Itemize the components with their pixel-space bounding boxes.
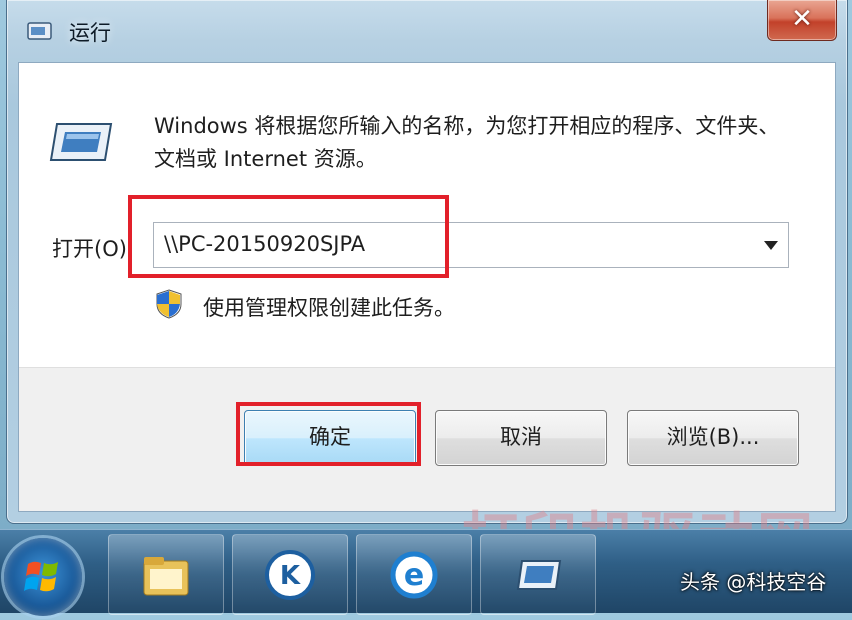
taskbar-k-app[interactable]: K [232, 534, 348, 615]
button-bar: 确定 取消 浏览(B)... [19, 367, 835, 511]
browse-button[interactable]: 浏览(B)... [627, 410, 799, 466]
source-credit: 头条 @科技空谷 [680, 570, 827, 594]
cancel-button[interactable]: 取消 [435, 410, 607, 466]
description-text: Windows 将根据您所输入的名称，为您打开相应的程序、文件夹、文档或 Int… [154, 114, 780, 171]
run-dialog-window: 运行 ✕ Windows 将根据您所输入的名称，为您打开相应的程序、文件夹、文档… [6, 0, 848, 524]
run-icon [27, 22, 52, 40]
folder-icon [143, 557, 189, 596]
open-label: 打开(O): [52, 237, 134, 261]
title-bar[interactable]: 运行 ✕ [7, 0, 847, 64]
admin-note: 使用管理权限创建此任务。 [203, 296, 455, 320]
highlight-box-ok [236, 402, 421, 466]
start-orb[interactable] [4, 538, 82, 616]
taskbar-explorer[interactable] [108, 534, 224, 615]
dropdown-arrow-icon[interactable] [754, 223, 788, 267]
window-title: 运行 [69, 21, 111, 45]
taskbar-ie[interactable]: e [356, 534, 472, 615]
run-program-icon [49, 123, 113, 161]
svg-text:e: e [404, 558, 424, 593]
run-program-icon [516, 560, 562, 590]
close-button[interactable]: ✕ [767, 0, 837, 41]
highlight-box-input [128, 195, 449, 278]
taskbar-run[interactable] [480, 534, 596, 615]
internet-explorer-icon: e [390, 551, 438, 599]
uac-shield-icon [156, 289, 182, 319]
svg-text:K: K [280, 561, 301, 591]
k-app-icon: K [265, 550, 315, 600]
windows-logo-icon [24, 561, 58, 592]
dialog-body: Windows 将根据您所输入的名称，为您打开相应的程序、文件夹、文档或 Int… [18, 62, 836, 512]
